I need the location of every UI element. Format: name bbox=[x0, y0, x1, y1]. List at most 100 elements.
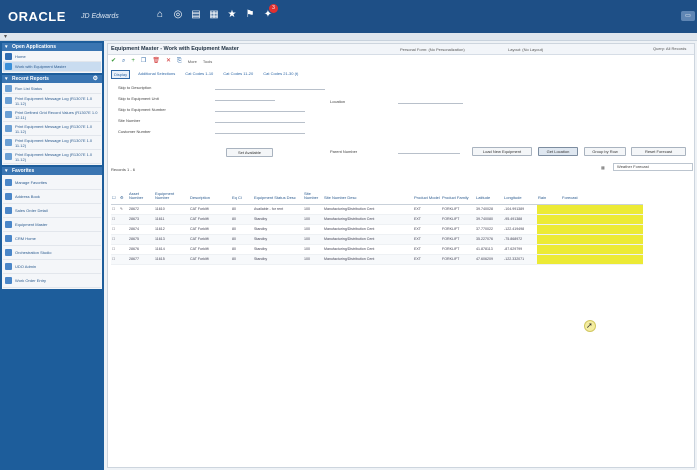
get-location-button[interactable]: Get Location bbox=[538, 147, 578, 156]
table-row[interactable]: ☐ 28675 11613 CAT Forklift 80 Standby 100 Manuf… bbox=[111, 234, 643, 245]
column-header[interactable]: Longitude bbox=[503, 180, 537, 205]
tab-display[interactable]: Display bbox=[111, 70, 131, 79]
delete-icon[interactable]: 🗑 bbox=[152, 58, 160, 65]
user-menu-button[interactable]: ▭ bbox=[681, 11, 695, 21]
table-row[interactable]: ☐ 28676 11614 CAT Forklift 80 Standby 100 Manuf… bbox=[111, 244, 643, 255]
chevron-down-icon[interactable]: ▾ bbox=[5, 43, 8, 51]
column-header[interactable]: Product Model bbox=[413, 180, 441, 205]
parent-number-input[interactable] bbox=[398, 151, 460, 154]
list-icon[interactable]: ▤ bbox=[191, 10, 201, 20]
tab-cat-codes-11-20[interactable]: Cat Codes 11-20 bbox=[221, 70, 255, 79]
group-by-row-button[interactable]: Group by Row bbox=[584, 147, 626, 156]
grid-settings-icon[interactable]: ▦ bbox=[601, 165, 605, 170]
section-header[interactable]: ▾ Open Applications bbox=[2, 43, 102, 51]
table-cell: Standby bbox=[253, 234, 303, 245]
sidebar-item-favorite[interactable]: Sales Order Detail bbox=[3, 204, 101, 218]
document-icon[interactable]: ▦ bbox=[209, 10, 219, 20]
chevron-down-icon[interactable]: ▾ bbox=[5, 75, 8, 83]
sidebar-item-report[interactable]: Run List Status bbox=[3, 84, 101, 94]
table-cell: 28672 bbox=[128, 204, 154, 215]
globe-icon[interactable]: ◎ bbox=[173, 10, 183, 20]
skip-to-equipment-unit-input[interactable] bbox=[215, 97, 275, 101]
close-icon[interactable]: ✕ bbox=[166, 58, 171, 65]
row-checkbox[interactable]: ☐ bbox=[111, 244, 119, 255]
set-available-button[interactable]: Set Available bbox=[226, 148, 273, 157]
column-header[interactable]: Equipment Number bbox=[154, 180, 189, 205]
table-row[interactable]: ☐ 28673 11611 CAT Forklift 80 Standby 100 Manuf… bbox=[111, 214, 643, 225]
section-header[interactable]: ▾ Favorites bbox=[2, 167, 102, 175]
customer-number-input[interactable] bbox=[215, 130, 305, 134]
row-checkbox[interactable]: ☐ bbox=[111, 254, 119, 265]
row-checkbox[interactable]: ☐ bbox=[111, 204, 119, 215]
edit-icon: ✎ bbox=[119, 204, 128, 215]
app-icon bbox=[5, 63, 12, 70]
sidebar-item-favorite[interactable]: Orchestration Studio bbox=[3, 246, 101, 260]
sidebar-item-work-with-equipment-master[interactable]: Work with Equipment Master bbox=[3, 62, 101, 72]
table-cell bbox=[561, 224, 643, 235]
flag-icon[interactable]: ⚑ bbox=[245, 10, 255, 20]
sidebar-item-favorite[interactable]: Equipment Master bbox=[3, 218, 101, 232]
sidebar-item-favorite[interactable]: UDO Admin bbox=[3, 260, 101, 274]
lightbulb-icon[interactable]: ✦ 3 bbox=[263, 4, 278, 20]
carousel-toggle-icon[interactable]: ▾ bbox=[4, 33, 7, 40]
load-new-equipment-button[interactable]: Load New Equipment bbox=[472, 147, 532, 156]
column-header[interactable]: Site Number bbox=[303, 180, 323, 205]
sidebar-item-report[interactable]: Print Equipment Message Log (R1307E 1.0 … bbox=[3, 150, 101, 164]
layout-selector[interactable]: Layout: (No Layout) bbox=[508, 47, 543, 52]
skip-to-description-input[interactable] bbox=[215, 86, 325, 90]
sidebar-item-favorite[interactable]: CRM Home bbox=[3, 232, 101, 246]
export-icon[interactable]: ⎘ bbox=[177, 58, 182, 65]
personal-form-selector[interactable]: Personal Form: (No Personalization) bbox=[400, 47, 465, 52]
sidebar-item-favorite[interactable]: Manage Favorites bbox=[3, 176, 101, 190]
table-cell: 100 bbox=[303, 254, 323, 265]
tab-cat-codes-1-10[interactable]: Cat Codes 1-10 bbox=[183, 70, 215, 79]
tab-additional-selections[interactable]: Additional Selections bbox=[136, 70, 177, 79]
column-header[interactable]: Asset Number bbox=[128, 180, 154, 205]
table-row[interactable]: ☐ 28674 11612 CAT Forklift 80 Standby 100 Manuf… bbox=[111, 224, 643, 235]
star-icon[interactable]: ★ bbox=[227, 10, 237, 20]
column-header[interactable]: Eq Cl bbox=[231, 180, 253, 205]
column-header[interactable]: Product Family bbox=[441, 180, 475, 205]
column-header[interactable]: Forecast bbox=[561, 180, 643, 205]
grid-format-select[interactable]: Weather Forecast bbox=[613, 163, 693, 171]
table-cell: 28674 bbox=[128, 224, 154, 235]
column-header[interactable]: Site Number Desc bbox=[323, 180, 413, 205]
table-row[interactable]: ☐ 28677 11615 CAT Forklift 80 Standby 100 Manuf… bbox=[111, 254, 643, 265]
sidebar-item-report[interactable]: Print Equipment Message Log (R1307E 1.0 … bbox=[3, 122, 101, 136]
column-header[interactable]: Rain bbox=[537, 180, 561, 205]
top-icon-bar: ⌂ ◎ ▤ ▦ ★ ⚑ ✦ 3 bbox=[155, 4, 278, 20]
check-icon[interactable]: ✔ bbox=[111, 58, 116, 65]
reset-forecast-button[interactable]: Reset Forecast bbox=[631, 147, 686, 156]
select-all-checkbox[interactable]: ☐ bbox=[111, 180, 119, 205]
row-checkbox[interactable]: ☐ bbox=[111, 214, 119, 225]
column-settings-icon[interactable]: ⚙ bbox=[119, 180, 128, 205]
row-checkbox[interactable]: ☐ bbox=[111, 234, 119, 245]
sidebar-item-home[interactable]: Home bbox=[3, 52, 101, 62]
sidebar-item-report[interactable]: Print Equipment Message Log (R1307E 1.0 … bbox=[3, 136, 101, 150]
search-icon[interactable]: ⌕ bbox=[122, 58, 125, 65]
column-header[interactable]: Equipment Status Desc bbox=[253, 180, 303, 205]
tools-menu[interactable]: Tools bbox=[203, 59, 212, 64]
gear-icon[interactable]: ⚙ bbox=[93, 75, 98, 83]
add-icon[interactable]: + bbox=[131, 58, 135, 65]
more-menu[interactable]: More bbox=[188, 59, 197, 64]
sidebar-item-report[interactable]: Print Defined Grid Record Values (R1307E… bbox=[3, 108, 101, 122]
row-checkbox[interactable]: ☐ bbox=[111, 224, 119, 235]
copy-icon[interactable]: ❐ bbox=[141, 58, 146, 65]
sidebar-item-favorite[interactable]: Address Book bbox=[3, 190, 101, 204]
query-selector[interactable]: Query: All Records bbox=[653, 46, 686, 51]
table-row[interactable]: ☐ ✎ 28672 11610 CAT Forklift 80 Available - fo… bbox=[111, 204, 643, 215]
location-input[interactable] bbox=[398, 101, 463, 104]
sidebar-item-favorite[interactable]: Work Order Entry bbox=[3, 274, 101, 288]
sidebar-item-report[interactable]: Print Equipment Message Log (R1307E 1.0 … bbox=[3, 94, 101, 108]
form-row: Skip to Description bbox=[118, 85, 325, 92]
section-header[interactable]: ▾ Recent Reports ⚙ bbox=[2, 75, 102, 83]
home-icon[interactable]: ⌂ bbox=[155, 10, 165, 20]
tab-cat-codes-21-30[interactable]: Cat Codes 21-30 (t) bbox=[261, 70, 300, 79]
chevron-down-icon[interactable]: ▾ bbox=[5, 167, 8, 175]
skip-to-equipment-number-input[interactable] bbox=[215, 108, 305, 112]
site-number-input[interactable] bbox=[215, 119, 305, 123]
oracle-logo[interactable]: ORACLE bbox=[8, 9, 66, 24]
column-header[interactable]: Description bbox=[189, 180, 231, 205]
column-header[interactable]: Latitude bbox=[475, 180, 503, 205]
